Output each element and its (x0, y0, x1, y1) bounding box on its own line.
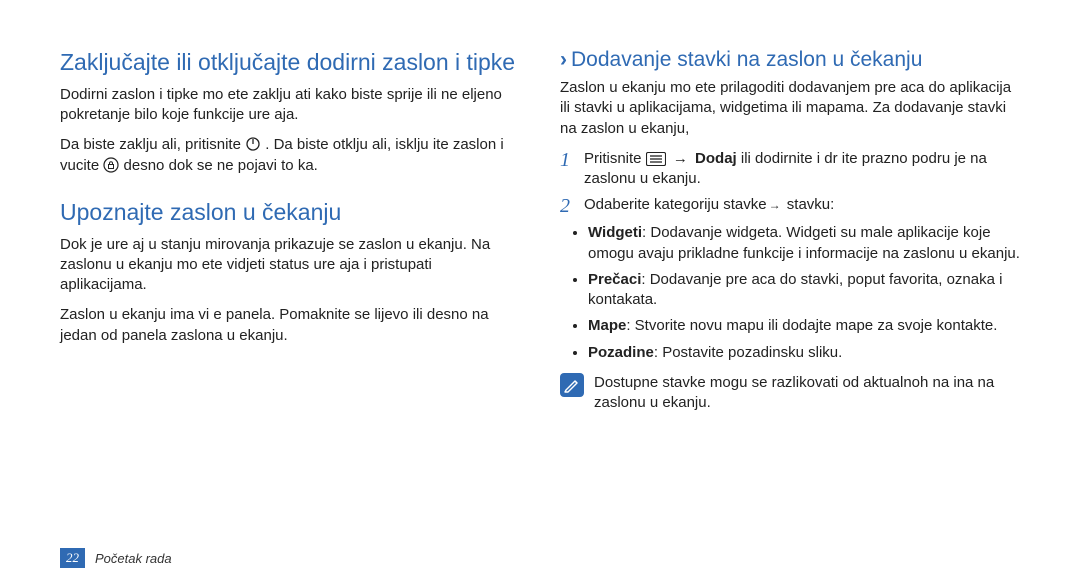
page-footer: 22 Početak rada (60, 548, 172, 568)
heading-idle: Upoznajte zaslon u čekanju (60, 198, 520, 227)
arrow-icon (670, 150, 691, 167)
list-item: Mape: Stvorite novu mapu ili dodajte map… (588, 316, 1020, 336)
text: Pritisnite (584, 150, 646, 167)
item-label: Prečaci (588, 271, 641, 288)
note-icon (560, 373, 584, 397)
para-idle-2: Zaslon u ekanju ima vi e panela. Pomakni… (60, 305, 520, 346)
step-number: 1 (560, 149, 576, 190)
text: stavku: (783, 196, 835, 213)
para-lock-2: Da biste zaklju ali, pritisnite . Da bis… (60, 135, 520, 176)
note-text: Dostupne stavke mogu se razlikovati od a… (594, 373, 1020, 414)
text: Da biste zaklju ali, pritisnite (60, 136, 245, 153)
power-icon (245, 136, 261, 152)
category-list: Widgeti: Dodavanje widgeta. Widgeti su m… (560, 223, 1020, 363)
item-text: : Dodavanje widgeta. Widgeti su male apl… (588, 224, 1020, 261)
menu-option-dodaj: Dodaj (695, 150, 737, 167)
right-column: ›Dodavanje stavki na zaslon u čekanju Za… (560, 48, 1020, 566)
para-add-intro: Zaslon u ekanju mo ete prilagoditi dodav… (560, 78, 1020, 139)
text: Odaberite kategoriju stavke (584, 196, 767, 213)
step-1: 1 Pritisnite Dodaj ili dodirnite i dr it… (560, 149, 1020, 190)
chevron-icon: › (560, 48, 567, 71)
heading-text: Dodavanje stavki na zaslon u čekanju (571, 48, 922, 71)
item-label: Widgeti (588, 224, 642, 241)
item-label: Mape (588, 317, 626, 334)
item-text: : Dodavanje pre aca do stavki, poput fav… (588, 271, 1002, 308)
list-item: Pozadine: Postavite pozadinsku sliku. (588, 343, 1020, 363)
heading-lock: Zaključajte ili otključajte dodirni zasl… (60, 48, 520, 77)
section-title: Početak rada (95, 551, 172, 566)
text: desno dok se ne pojavi to ka. (124, 157, 318, 174)
item-text: : Stvorite novu mapu ili dodajte mape za… (626, 317, 997, 334)
page-number: 22 (60, 548, 85, 568)
step-body: Odaberite kategoriju stavke stavku: (584, 195, 1020, 217)
step-body: Pritisnite Dodaj ili dodirnite i dr ite … (584, 149, 1020, 190)
step-2: 2 Odaberite kategoriju stavke stavku: (560, 195, 1020, 217)
para-idle-1: Dok je ure aj u stanju mirovanja prikazu… (60, 235, 520, 296)
list-item: Widgeti: Dodavanje widgeta. Widgeti su m… (588, 223, 1020, 264)
lock-icon (103, 157, 119, 173)
note-box: Dostupne stavke mogu se razlikovati od a… (560, 373, 1020, 414)
item-text: : Postavite pozadinsku sliku. (654, 344, 842, 361)
step-number: 2 (560, 195, 576, 217)
left-column: Zaključajte ili otključajte dodirni zasl… (60, 48, 520, 566)
list-item: Prečaci: Dodavanje pre aca do stavki, po… (588, 270, 1020, 311)
page: Zaključajte ili otključajte dodirni zasl… (0, 0, 1080, 586)
para-lock-1: Dodirni zaslon i tipke mo ete zaklju ati… (60, 85, 520, 126)
arrow-icon (767, 196, 783, 213)
menu-icon (646, 152, 666, 166)
item-label: Pozadine (588, 344, 654, 361)
heading-add-items: ›Dodavanje stavki na zaslon u čekanju (560, 48, 1020, 72)
